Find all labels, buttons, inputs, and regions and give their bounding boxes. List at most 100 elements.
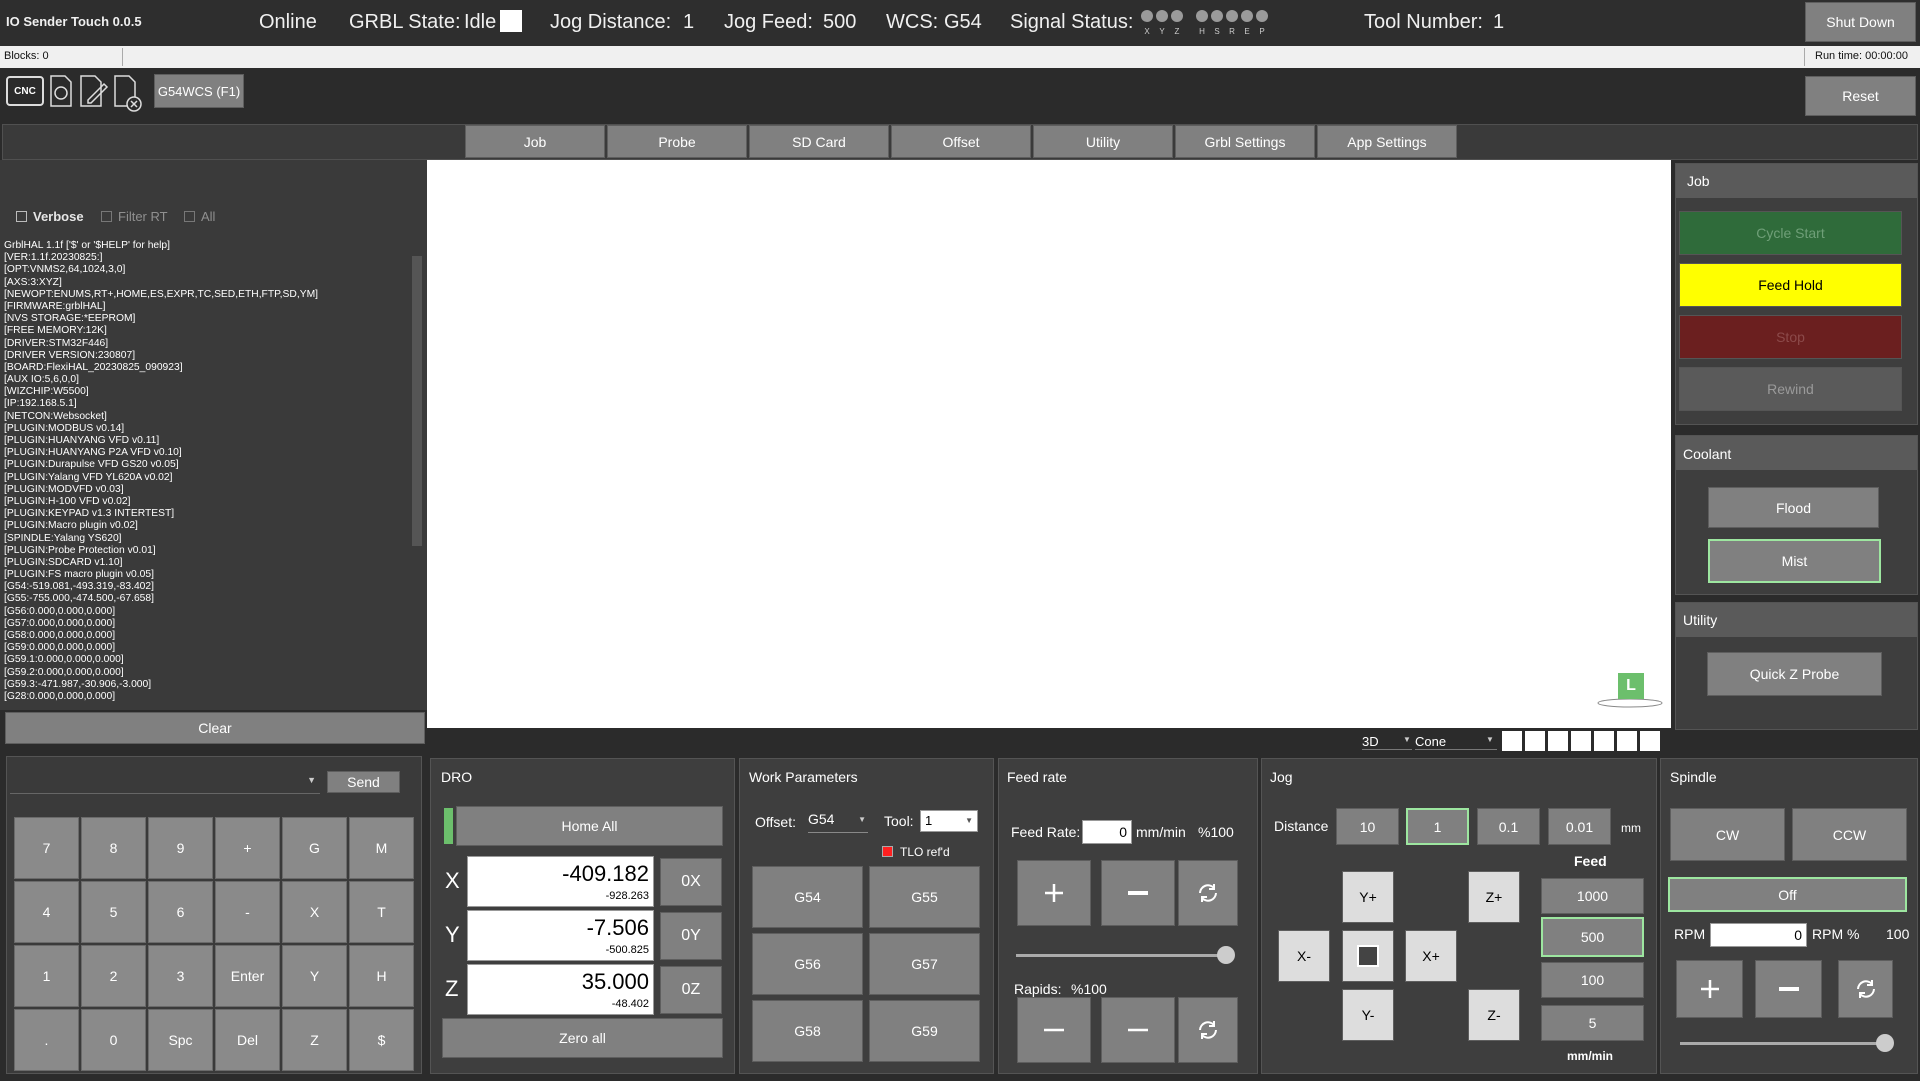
keypad-key[interactable]: Spc: [148, 1009, 213, 1071]
jog-feed-500-button[interactable]: 500: [1541, 917, 1644, 957]
tool-shape-select[interactable]: Cone: [1415, 734, 1497, 750]
cnc-open-icon[interactable]: CNC: [6, 76, 44, 106]
close-file-icon[interactable]: [112, 74, 144, 114]
axes-toggle-icon[interactable]: [1502, 731, 1522, 751]
spindle-off-button[interactable]: Off: [1668, 877, 1907, 912]
filter-rt-checkbox[interactable]: Filter RT: [101, 209, 168, 224]
keypad-key[interactable]: 1: [14, 945, 79, 1007]
keypad-key[interactable]: 8: [81, 817, 146, 879]
keypad-key[interactable]: -: [215, 881, 280, 943]
tab-offset[interactable]: Offset: [891, 125, 1031, 158]
keypad-key[interactable]: M: [349, 817, 414, 879]
keypad-key[interactable]: 4: [14, 881, 79, 943]
zero-y-button[interactable]: 0Y: [660, 912, 722, 960]
axes-style-icon[interactable]: [1525, 731, 1545, 751]
jog-x-minus-button[interactable]: X-: [1278, 930, 1330, 982]
wcs-g54-button[interactable]: G54: [752, 866, 863, 928]
spindle-slider-thumb[interactable]: [1876, 1034, 1894, 1052]
rapid-decrease-button[interactable]: [1017, 997, 1091, 1063]
feed-increase-button[interactable]: [1017, 860, 1091, 926]
rapid-reset-icon[interactable]: [1178, 997, 1238, 1063]
mist-button[interactable]: Mist: [1708, 539, 1881, 583]
feedrate-input[interactable]: 0: [1082, 820, 1132, 844]
keypad-key[interactable]: Z: [282, 1009, 347, 1071]
keypad-key[interactable]: 5: [81, 881, 146, 943]
keypad-key[interactable]: 2: [81, 945, 146, 1007]
tab-utility[interactable]: Utility: [1033, 125, 1173, 158]
jog-feed-1000-button[interactable]: 1000: [1541, 878, 1644, 914]
keypad-key[interactable]: 9: [148, 817, 213, 879]
keypad-key[interactable]: 3: [148, 945, 213, 1007]
jog-distance-1-button[interactable]: 1: [1406, 808, 1469, 845]
feed-hold-button[interactable]: Feed Hold: [1679, 263, 1902, 307]
send-button[interactable]: Send: [327, 771, 400, 793]
clear-console-button[interactable]: Clear: [5, 712, 425, 744]
spindle-override-slider[interactable]: [1680, 1042, 1885, 1045]
spindle-increase-button[interactable]: [1676, 960, 1743, 1018]
keypad-key[interactable]: +: [215, 817, 280, 879]
tab-sd-card[interactable]: SD Card: [749, 125, 889, 158]
keypad-key[interactable]: Enter: [215, 945, 280, 1007]
save-view-icon[interactable]: [1640, 731, 1660, 751]
reload-file-icon[interactable]: [48, 74, 74, 108]
zero-all-button[interactable]: Zero all: [442, 1018, 723, 1058]
scroll-thumb[interactable]: [412, 256, 422, 546]
verbose-checkbox[interactable]: Verbose: [16, 209, 84, 224]
wcs-g58-button[interactable]: G58: [752, 1000, 863, 1062]
zx-view-icon[interactable]: [1617, 731, 1637, 751]
keypad-key[interactable]: G: [282, 817, 347, 879]
grid-toggle-icon[interactable]: [1548, 731, 1568, 751]
feed-slider-thumb[interactable]: [1217, 946, 1235, 964]
view-cube[interactable]: L: [1597, 673, 1663, 711]
tool-select[interactable]: 1 ▼: [920, 810, 978, 832]
keypad-key[interactable]: 0: [81, 1009, 146, 1071]
wcs-g57-button[interactable]: G57: [869, 933, 980, 995]
jog-x-plus-button[interactable]: X+: [1405, 930, 1457, 982]
tab-job[interactable]: Job: [465, 125, 605, 158]
jog-z-minus-button[interactable]: Z-: [1468, 989, 1520, 1041]
reset-button[interactable]: Reset: [1805, 76, 1916, 116]
zero-x-button[interactable]: 0X: [660, 858, 722, 906]
quick-z-probe-button[interactable]: Quick Z Probe: [1707, 652, 1882, 696]
jog-feed-5-button[interactable]: 5: [1541, 1005, 1644, 1041]
flood-button[interactable]: Flood: [1708, 487, 1879, 528]
work-area-icon[interactable]: [1571, 731, 1591, 751]
wcs-g59-button[interactable]: G59: [869, 1000, 980, 1062]
spindle-reset-icon[interactable]: [1838, 960, 1893, 1018]
gcode-3d-viewer[interactable]: L: [427, 160, 1671, 728]
keypad-key[interactable]: Del: [215, 1009, 280, 1071]
rpm-input[interactable]: 0: [1710, 923, 1807, 947]
tab-app-settings[interactable]: App Settings: [1317, 125, 1457, 158]
rewind-button[interactable]: Rewind: [1679, 367, 1902, 411]
keypad-key[interactable]: .: [14, 1009, 79, 1071]
g54-wcs-button[interactable]: G54WCS (F1): [154, 74, 244, 108]
spindle-decrease-button[interactable]: [1755, 960, 1822, 1018]
feed-override-slider[interactable]: [1016, 954, 1226, 957]
shutdown-button[interactable]: Shut Down: [1805, 2, 1916, 42]
rapid-low-button[interactable]: [1101, 997, 1175, 1063]
cycle-start-button[interactable]: Cycle Start: [1679, 211, 1902, 255]
spindle-cw-button[interactable]: CW: [1670, 808, 1785, 861]
feed-decrease-button[interactable]: [1101, 860, 1175, 926]
stop-button[interactable]: Stop: [1679, 315, 1902, 359]
jog-distance-0.01-button[interactable]: 0.01: [1548, 808, 1611, 845]
keypad-key[interactable]: T: [349, 881, 414, 943]
tab-probe[interactable]: Probe: [607, 125, 747, 158]
keypad-key[interactable]: 6: [148, 881, 213, 943]
console-scrollbar[interactable]: [410, 240, 424, 702]
offset-select[interactable]: G54 ▼: [808, 811, 868, 833]
jog-stop-button[interactable]: [1342, 930, 1394, 982]
tab-grbl-settings[interactable]: Grbl Settings: [1175, 125, 1315, 158]
feed-reset-icon[interactable]: [1178, 860, 1238, 926]
jog-distance-0.1-button[interactable]: 0.1: [1477, 808, 1540, 845]
jog-y-plus-button[interactable]: Y+: [1342, 871, 1394, 923]
jog-y-minus-button[interactable]: Y-: [1342, 989, 1394, 1041]
edit-file-icon[interactable]: [78, 74, 110, 108]
jog-distance-10-button[interactable]: 10: [1336, 808, 1399, 845]
spindle-ccw-button[interactable]: CCW: [1792, 808, 1907, 861]
mdi-input[interactable]: ▼: [10, 770, 320, 794]
boundary-icon[interactable]: [1594, 731, 1614, 751]
keypad-key[interactable]: X: [282, 881, 347, 943]
all-checkbox[interactable]: All: [184, 209, 215, 224]
keypad-key[interactable]: H: [349, 945, 414, 1007]
